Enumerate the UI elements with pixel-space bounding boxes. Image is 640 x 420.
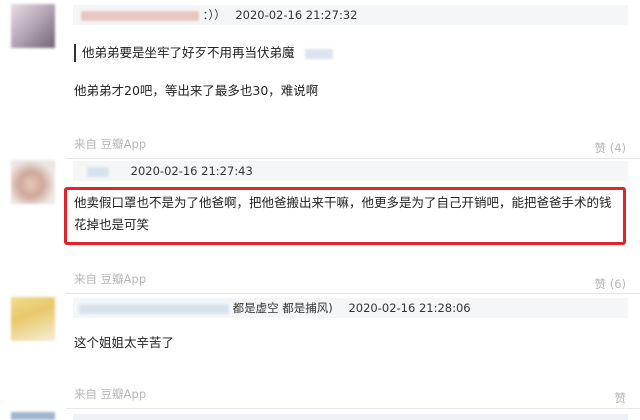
quote-text: 他弟弟要是坐牢了好歹不用再当伏弟魔	[82, 45, 295, 60]
avatar[interactable]	[11, 160, 55, 204]
comment-time: 2020-02-16 21:28:06	[348, 301, 471, 315]
divider	[66, 158, 640, 159]
username-suffix: ：））	[202, 8, 226, 22]
like-button[interactable]: 赞 (4)	[595, 140, 626, 156]
divider	[66, 408, 640, 409]
username[interactable]	[79, 303, 229, 314]
comment-source: 来自 豆瓣App	[74, 137, 147, 151]
avatar[interactable]	[11, 412, 55, 420]
quoted-reply: 他弟弟要是坐牢了好歹不用再当伏弟魔	[74, 44, 333, 62]
avatar[interactable]	[11, 4, 55, 48]
highlight-box	[64, 187, 626, 245]
comment-meta	[73, 414, 628, 420]
like-button[interactable]: 赞	[615, 390, 627, 406]
comment-text: 他弟弟才20吧，等出来了最多也30，难说啊	[74, 83, 319, 98]
username[interactable]	[81, 10, 199, 21]
comment-text: 这个姐姐太辛苦了	[74, 335, 175, 350]
comment-meta: ：）） 2020-02-16 21:27:32	[73, 5, 628, 25]
comment-time: 2020-02-16 21:27:43	[130, 164, 253, 178]
divider	[66, 293, 640, 294]
username-suffix: 都是虚空 都是捕风)	[232, 301, 333, 315]
username[interactable]	[87, 166, 109, 177]
like-button[interactable]: 赞 (6)	[595, 276, 626, 292]
quote-author	[304, 48, 333, 59]
comment-meta: 2020-02-16 21:27:43	[73, 161, 628, 181]
comment-source: 来自 豆瓣App	[74, 272, 147, 286]
comment-meta: 都是虚空 都是捕风) 2020-02-16 21:28:06	[73, 298, 628, 318]
avatar[interactable]	[11, 297, 55, 341]
comment-time: 2020-02-16 21:27:32	[235, 8, 358, 22]
comment-source: 来自 豆瓣App	[74, 387, 147, 401]
